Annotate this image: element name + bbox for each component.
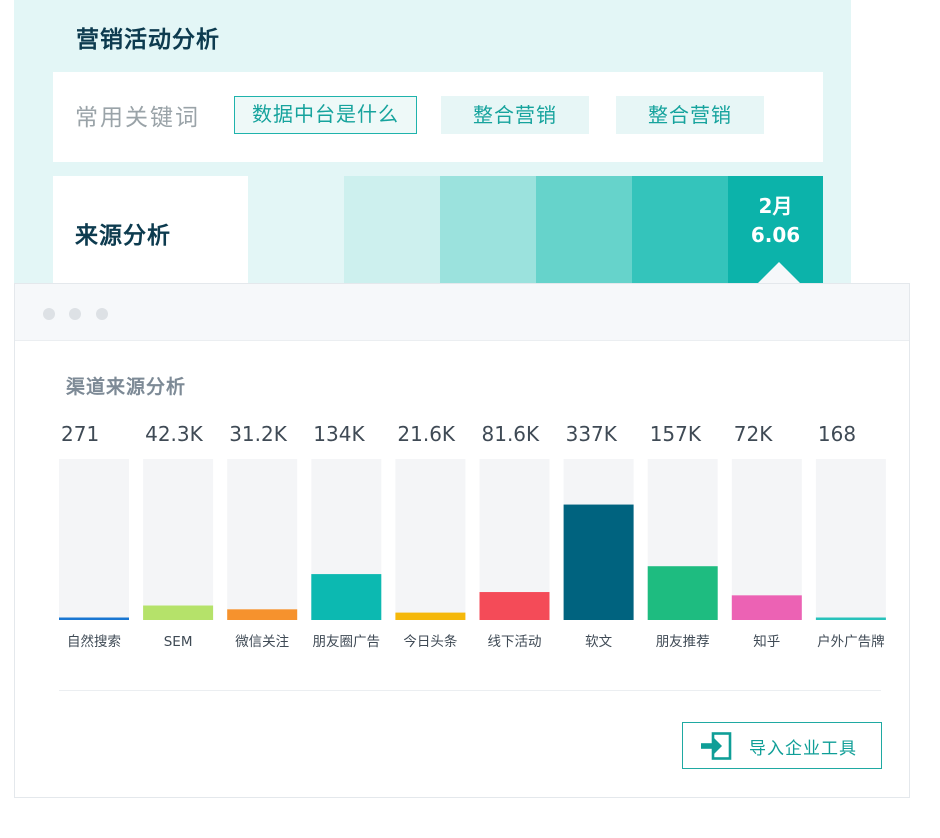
bar-value-label: 81.6K (482, 422, 541, 446)
category-label: 朋友圈广告 (313, 634, 381, 650)
source-segment[interactable] (632, 176, 728, 286)
category-label: SEM (164, 634, 193, 650)
bar[interactable] (227, 609, 298, 620)
import-button-label: 导入企业工具 (749, 739, 857, 759)
bar[interactable] (59, 617, 129, 621)
bar-value-label: 42.3K (145, 422, 204, 446)
bar-value-label: 72K (734, 422, 773, 446)
keyword-tag[interactable]: 整合营销 (616, 96, 764, 134)
bar-value-label: 271 (61, 422, 99, 446)
bar-track (59, 459, 129, 620)
category-label: 知乎 (753, 633, 780, 650)
source-analysis-card: 来源分析 (53, 176, 248, 286)
window-dot (69, 308, 81, 320)
page-title: 营销活动分析 (76, 27, 220, 53)
source-analysis-label: 来源分析 (75, 223, 171, 249)
bar-value-label: 157K (650, 422, 702, 446)
bar-value-label: 134K (313, 422, 365, 446)
source-segment[interactable] (536, 176, 632, 286)
keywords-label: 常用关键词 (75, 105, 200, 131)
bar[interactable] (479, 592, 550, 620)
category-label: 自然搜索 (67, 633, 121, 650)
bar-track (395, 459, 466, 620)
bar-value-label: 337K (566, 422, 618, 446)
segment-month: 2月 (758, 194, 793, 218)
source-segment[interactable] (344, 176, 440, 286)
category-label: 线下活动 (488, 634, 542, 650)
window-dot (43, 308, 55, 320)
segment-highlight: 2月 6.06 (728, 192, 823, 250)
channel-window: 渠道来源分析 271 自然搜索 42.3K SEM 31.2K 微信关注 134K 朋友圈广告… (14, 283, 910, 798)
bar-track (227, 459, 298, 620)
bar-value-label: 21.6K (397, 422, 456, 446)
category-label: 今日头条 (403, 633, 457, 650)
segment-pointer-arrow (757, 262, 801, 284)
bar[interactable] (815, 617, 886, 621)
source-segment[interactable] (440, 176, 536, 286)
keyword-tag[interactable]: 整合营销 (441, 96, 589, 134)
window-title-bar (15, 284, 909, 341)
bar[interactable] (311, 574, 382, 620)
bar[interactable] (395, 612, 466, 620)
category-label: 朋友推荐 (656, 634, 710, 650)
bar-value-label: 168 (818, 422, 856, 446)
bar[interactable] (143, 605, 214, 620)
import-enterprise-tool-button[interactable]: 导入企业工具 (682, 722, 882, 769)
divider (59, 690, 881, 691)
keywords-card: 常用关键词 数据中台是什么 整合营销 整合营销 (53, 72, 823, 162)
window-dot (96, 308, 108, 320)
bar-value-label: 31.2K (229, 422, 288, 446)
keyword-tag[interactable]: 数据中台是什么 (234, 96, 417, 134)
bar-track (815, 459, 886, 620)
bar[interactable] (563, 504, 634, 620)
bar-track (143, 459, 214, 620)
import-icon (701, 732, 732, 760)
category-label: 微信关注 (235, 634, 289, 650)
category-label: 户外广告牌 (817, 633, 885, 650)
segment-value: 6.06 (750, 223, 801, 247)
bar[interactable] (731, 595, 802, 620)
bar[interactable] (647, 566, 718, 620)
chart-title: 渠道来源分析 (66, 376, 187, 398)
category-label: 软文 (585, 634, 613, 650)
